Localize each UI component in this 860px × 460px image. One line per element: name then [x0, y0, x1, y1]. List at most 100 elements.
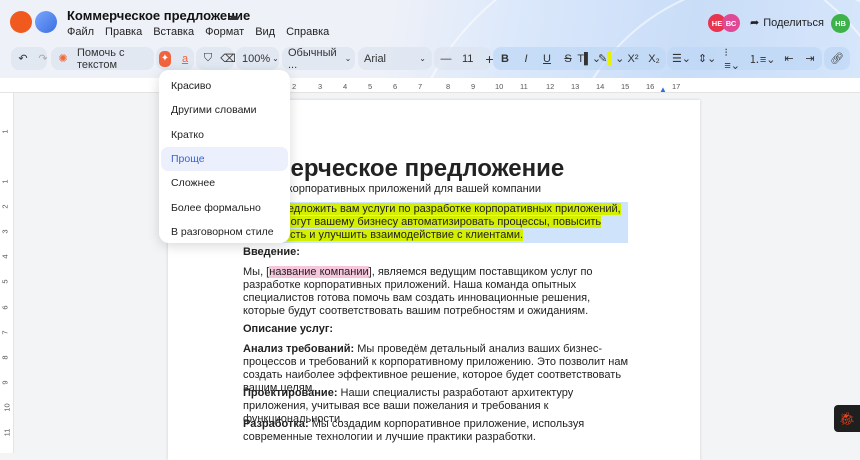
underline-icon[interactable]: U	[541, 53, 553, 65]
chevron-down-icon: ⌄	[345, 54, 352, 63]
app-logo[interactable]	[10, 11, 32, 33]
font-size-group: —11+	[434, 47, 491, 70]
ruler-tick: 16	[646, 82, 654, 91]
italic-icon[interactable]: I	[520, 53, 532, 65]
ruler-tick: 2	[1, 204, 10, 208]
ruler-tick: 10	[495, 82, 503, 91]
paragraph-intro: Мы, [название компании], являемся ведущи…	[243, 266, 633, 318]
avatar[interactable]: ВС	[722, 14, 740, 32]
ruler-tick: 9	[471, 82, 475, 91]
chevron-down-icon: ⌄	[272, 54, 279, 63]
ruler-tick: 1	[1, 179, 10, 183]
doc-title: Коммерческое предложение	[226, 155, 686, 183]
vertical-ruler[interactable]: 1 1 2 3 4 5 6 7 8 9 10 11	[0, 93, 14, 453]
help-with-text-label: Помочь с текстом	[77, 47, 148, 71]
ruler-tick: 3	[318, 82, 322, 91]
clear-format-icon[interactable]: ⌫	[222, 52, 234, 65]
zoom-select[interactable]: 100%⌄	[236, 47, 279, 70]
bug-report-button[interactable]: 🐞︎	[834, 405, 860, 432]
menu-view[interactable]: Вид	[255, 26, 275, 38]
ruler-tick: 1	[1, 129, 10, 133]
cloud-saved-icon: ☁	[227, 9, 239, 23]
ruler-tick: 3	[1, 229, 10, 233]
font-size-value[interactable]: 11	[462, 53, 473, 65]
menu-item-casual[interactable]: В разговорном стиле	[161, 220, 288, 244]
menu-item-simpler[interactable]: Проще	[161, 147, 288, 171]
ruler-tick: 9	[1, 380, 10, 384]
share-icon: ➦	[750, 16, 759, 29]
highlight-icon[interactable]: ✎▌⌄	[604, 52, 618, 65]
undo-icon[interactable]: ↶	[17, 52, 29, 65]
ruler-tick: 4	[343, 82, 347, 91]
menu-format[interactable]: Формат	[205, 26, 244, 38]
chevron-down-icon: ⌄	[419, 54, 426, 63]
text-color-icon[interactable]: T▌⌄	[583, 52, 595, 65]
strikethrough-icon[interactable]: S	[562, 53, 574, 65]
company-placeholder[interactable]: название компании	[269, 266, 368, 278]
ruler-tick: 11	[520, 82, 528, 91]
ruler-tick: 12	[546, 82, 554, 91]
paragraph-style-select[interactable]: Обычный ... ⌄	[282, 47, 355, 70]
ruler-tick: 15	[621, 82, 629, 91]
text: Мы, [	[243, 266, 269, 278]
bold-icon[interactable]: B	[499, 53, 511, 65]
menu-edit[interactable]: Правка	[105, 26, 142, 38]
redo-icon[interactable]: ↷	[37, 52, 49, 65]
indent-icon[interactable]: ⇥	[804, 52, 816, 65]
bullet-list-icon[interactable]: ⁝≡⌄	[724, 46, 741, 72]
item-title: Проектирование:	[243, 387, 337, 399]
ruler-tick: 8	[446, 82, 450, 91]
doc-subtitle: Разработка корпоративных приложений для …	[226, 183, 686, 196]
ai-group: ✦ a	[156, 47, 194, 70]
horizontal-ruler[interactable]: 2 3 4 5 6 7 8 9 10 11 12 13 14 15 16 17 …	[0, 78, 860, 93]
link-button[interactable]: 🔗︎	[824, 47, 850, 70]
ai-rewrite-menu: Красиво Другими словами Кратко Проще Сло…	[159, 70, 290, 243]
ruler-tick: 5	[368, 82, 372, 91]
docs-logo[interactable]	[35, 11, 57, 33]
ruler-tick: 13	[571, 82, 579, 91]
font-select[interactable]: Arial ⌄	[358, 47, 432, 70]
menu-insert[interactable]: Вставка	[153, 26, 194, 38]
right-indent-marker[interactable]: ▲	[659, 85, 667, 94]
font-color-icon[interactable]: a	[179, 53, 191, 65]
zoom-value: 100%	[242, 53, 270, 65]
menu-item-complex[interactable]: Сложнее	[161, 171, 288, 195]
style-value: Обычный ...	[288, 47, 337, 71]
outdent-icon[interactable]: ⇤	[783, 52, 795, 65]
menu-item-rephrase[interactable]: Другими словами	[161, 98, 288, 122]
ai-magic-icon[interactable]: ✦	[159, 51, 171, 67]
menu-item-beautiful[interactable]: Красиво	[161, 74, 288, 98]
ruler-tick: 7	[1, 330, 10, 334]
help-with-text-button[interactable]: ✺ Помочь с текстом	[51, 47, 154, 70]
line-spacing-icon[interactable]: ⇕⌄	[699, 52, 715, 65]
user-avatar[interactable]: НВ	[831, 14, 850, 33]
text-style-group: B I U S T▌⌄ ✎▌⌄ X² X₂	[493, 47, 666, 70]
ruler-tick: 2	[292, 82, 296, 91]
paint-format-icon[interactable]: ⛉	[202, 52, 214, 65]
font-value: Arial	[364, 53, 386, 65]
menu-item-shorter[interactable]: Кратко	[161, 123, 288, 147]
ruler-tick: 17	[672, 82, 680, 91]
ruler-tick: 6	[393, 82, 397, 91]
heading-intro: Введение:	[243, 246, 633, 259]
ruler-tick: 6	[1, 305, 10, 309]
align-left-icon[interactable]: ☰⌄	[673, 52, 690, 65]
share-button[interactable]: ➦Поделиться	[750, 16, 824, 29]
item-title: Анализ требований:	[243, 343, 354, 355]
paragraph-group: ☰⌄ ⇕⌄ ⁝≡⌄ ⒈≡⌄ ⇤ ⇥	[667, 47, 822, 70]
menu-item-formal[interactable]: Более формально	[161, 195, 288, 219]
subscript-icon[interactable]: X₂	[648, 53, 660, 65]
paragraph-development: Разработка: Мы создадим корпоративное пр…	[243, 418, 633, 444]
ruler-tick: 8	[1, 355, 10, 359]
menu-help[interactable]: Справка	[286, 26, 329, 38]
ruler-tick: 4	[1, 254, 10, 258]
ruler-tick: 10	[3, 403, 12, 411]
superscript-icon[interactable]: X²	[627, 53, 639, 65]
document-title[interactable]: Коммерческое предложение	[67, 8, 250, 23]
item-title: Разработка:	[243, 418, 309, 430]
decrease-size-icon[interactable]: —	[440, 53, 452, 65]
sparkle-icon: ✺	[57, 52, 69, 65]
menu-file[interactable]: Файл	[67, 26, 94, 38]
ruler-tick: 7	[418, 82, 422, 91]
numbered-list-icon[interactable]: ⒈≡⌄	[750, 51, 774, 67]
